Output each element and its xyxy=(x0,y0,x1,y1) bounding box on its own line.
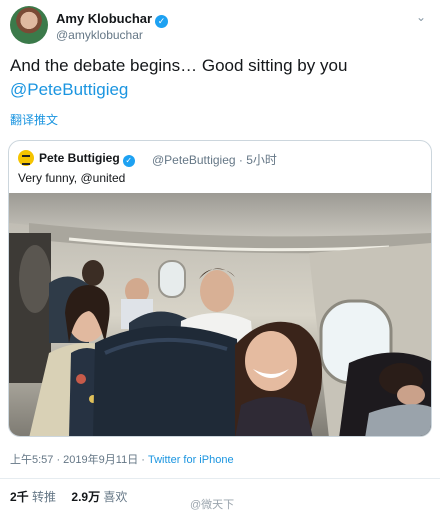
author-avatar[interactable] xyxy=(10,6,48,44)
quoted-tweet-text: Very funny, @united xyxy=(18,171,126,185)
translate-tweet-link[interactable]: 翻译推文 xyxy=(10,111,58,128)
verified-badge-icon: ✓ xyxy=(155,15,169,28)
chevron-down-icon[interactable]: ⌄ xyxy=(416,10,426,24)
likes-count: 2.9万 xyxy=(71,490,101,504)
tweet-source-link[interactable]: Twitter for iPhone xyxy=(148,454,234,466)
airplane-cabin-photo[interactable] xyxy=(9,193,431,436)
tweet-body: And the debate begins… Good sitting by y… xyxy=(10,56,348,75)
likes-stat[interactable]: 2.9万 喜欢 xyxy=(71,490,127,504)
tweet-meta: 上午5:57 · 2019年9月11日 · Twitter for iPhone xyxy=(10,451,234,467)
verified-badge-icon: ✓ xyxy=(122,155,135,167)
retweets-count: 2千 xyxy=(10,490,29,504)
quoted-author-name: Pete Buttigieg ✓ xyxy=(39,151,135,167)
retweets-label: 转推 xyxy=(32,490,57,504)
tweet-mention-link[interactable]: @PeteButtigieg xyxy=(10,80,128,99)
divider xyxy=(0,478,440,479)
quoted-tweet-card[interactable]: Pete Buttigieg ✓ @PeteButtigieg · 5小时 Ver… xyxy=(8,140,432,437)
author-handle[interactable]: @amyklobuchar xyxy=(56,28,143,42)
author-name[interactable]: Amy Klobuchar ✓ xyxy=(56,11,169,28)
tweet-header: Amy Klobuchar ✓ @amyklobuchar ⌄ xyxy=(10,6,430,46)
tweet-stats: 2千 转推 2.9万 喜欢 xyxy=(10,488,127,505)
quoted-author-avatar xyxy=(18,150,34,166)
likes-label: 喜欢 xyxy=(103,490,128,504)
author-name-text: Amy Klobuchar xyxy=(56,11,153,26)
retweets-stat[interactable]: 2千 转推 xyxy=(10,490,56,504)
watermark: @微天下 xyxy=(190,499,235,511)
tweet-text: And the debate begins… Good sitting by y… xyxy=(10,54,430,102)
quoted-handle-time: @PeteButtigieg · 5小时 xyxy=(152,153,277,167)
quoted-author-name-text: Pete Buttigieg xyxy=(39,151,120,165)
tweet-timestamp[interactable]: 上午5:57 · 2019年9月11日 · xyxy=(10,454,148,466)
photo-illustration xyxy=(9,193,431,436)
